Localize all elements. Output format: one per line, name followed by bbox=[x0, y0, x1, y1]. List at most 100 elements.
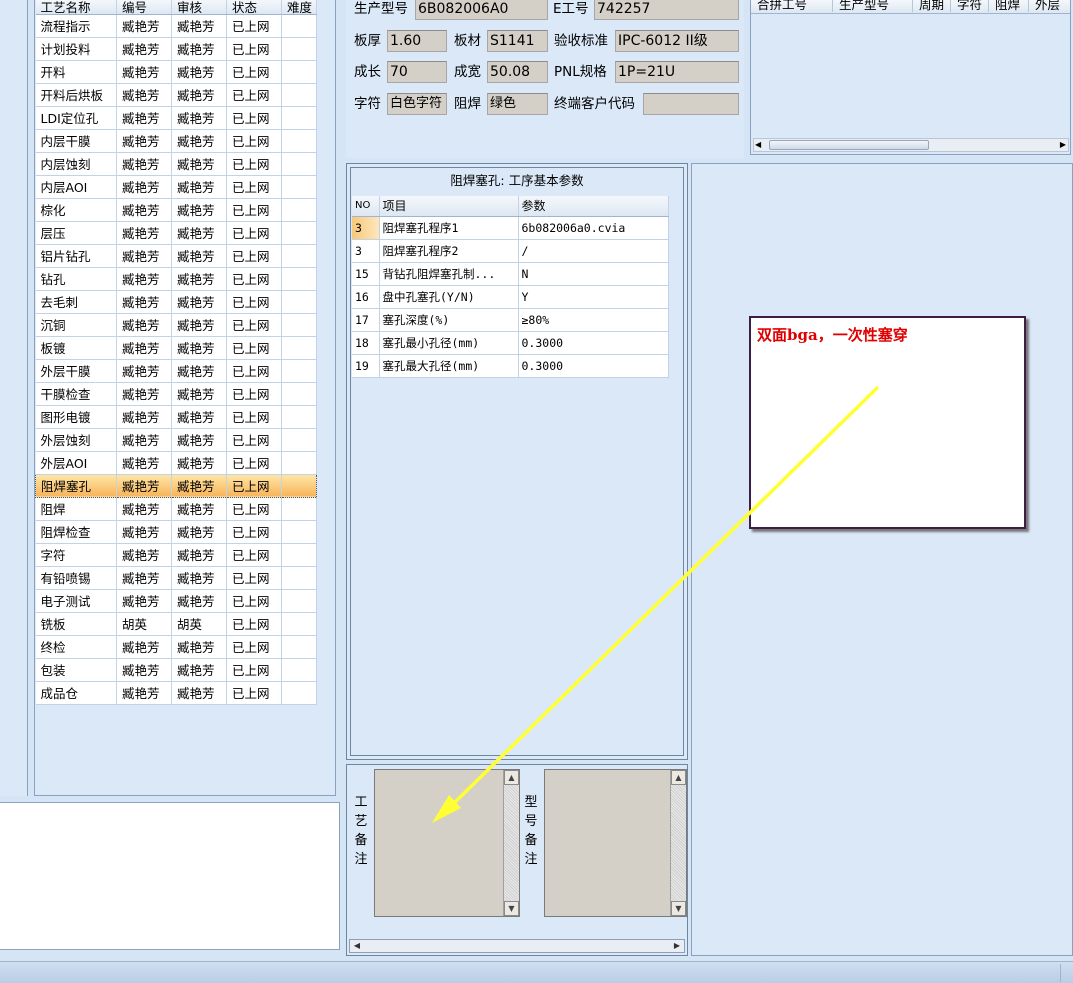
process-cell-status[interactable]: 已上网 bbox=[226, 451, 282, 475]
process-cell-review[interactable]: 臧艳芳 bbox=[171, 60, 227, 84]
process-row[interactable]: 内层AOI 臧艳芳 臧艳芳 已上网 bbox=[35, 175, 317, 199]
process-cell-status[interactable]: 已上网 bbox=[226, 497, 282, 521]
merge-col-model[interactable]: 生产型号 bbox=[833, 0, 913, 12]
process-cell-process-name[interactable]: 流程指示 bbox=[35, 14, 117, 38]
char-field[interactable]: 白色字符 bbox=[387, 93, 447, 115]
process-cell-review[interactable]: 臧艳芳 bbox=[171, 520, 227, 544]
process-cell-code[interactable]: 臧艳芳 bbox=[116, 175, 172, 199]
param-cell-no[interactable]: 3 bbox=[352, 239, 380, 263]
process-cell-difficulty[interactable] bbox=[281, 451, 317, 475]
process-cell-process-name[interactable]: 开料 bbox=[35, 60, 117, 84]
remarks-horizontal-scrollbar[interactable]: ◀ ▶ bbox=[349, 939, 685, 953]
scroll-right-icon[interactable]: ▶ bbox=[1060, 139, 1066, 151]
process-cell-process-name[interactable]: 成品仓 bbox=[35, 681, 117, 705]
process-cell-code[interactable]: 臧艳芳 bbox=[116, 566, 172, 590]
process-cell-process-name[interactable]: 沉铜 bbox=[35, 313, 117, 337]
process-row[interactable]: 包装 臧艳芳 臧艳芳 已上网 bbox=[35, 658, 317, 682]
param-row[interactable]: 19 塞孔最大孔径(mm) 0.3000 bbox=[352, 354, 669, 378]
standard-field[interactable]: IPC-6012 II级 bbox=[615, 30, 739, 52]
merge-scroll-thumb[interactable] bbox=[769, 140, 929, 150]
param-cell-value[interactable]: ≥80% bbox=[518, 308, 669, 332]
process-cell-code[interactable]: 臧艳芳 bbox=[116, 428, 172, 452]
process-cell-code[interactable]: 臧艳芳 bbox=[116, 37, 172, 61]
process-cell-code[interactable]: 臧艳芳 bbox=[116, 267, 172, 291]
scroll-up-icon[interactable]: ▲ bbox=[504, 770, 519, 785]
process-cell-status[interactable]: 已上网 bbox=[226, 14, 282, 38]
process-cell-status[interactable]: 已上网 bbox=[226, 106, 282, 130]
process-cell-process-name[interactable]: 棕化 bbox=[35, 198, 117, 222]
process-row[interactable]: 电子测试 臧艳芳 臧艳芳 已上网 bbox=[35, 589, 317, 613]
process-row[interactable]: 开料 臧艳芳 臧艳芳 已上网 bbox=[35, 60, 317, 84]
process-cell-status[interactable]: 已上网 bbox=[226, 152, 282, 176]
process-row[interactable]: 外层AOI 臧艳芳 臧艳芳 已上网 bbox=[35, 451, 317, 475]
process-cell-difficulty[interactable] bbox=[281, 129, 317, 153]
process-cell-status[interactable]: 已上网 bbox=[226, 566, 282, 590]
process-cell-review[interactable]: 臧艳芳 bbox=[171, 451, 227, 475]
pnl-field[interactable]: 1P=21U bbox=[615, 61, 739, 83]
model-remark-textarea[interactable]: ▲ ▼ bbox=[544, 769, 687, 917]
merge-col-period[interactable]: 周期 bbox=[913, 0, 951, 12]
process-cell-process-name[interactable]: 内层蚀刻 bbox=[35, 152, 117, 176]
param-cell-item[interactable]: 塞孔最小孔径(mm) bbox=[379, 331, 519, 355]
process-cell-status[interactable]: 已上网 bbox=[226, 681, 282, 705]
process-cell-difficulty[interactable] bbox=[281, 543, 317, 567]
e-no-field[interactable]: 742257 bbox=[594, 0, 739, 20]
process-cell-process-name[interactable]: 层压 bbox=[35, 221, 117, 245]
process-cell-process-name[interactable]: 阻焊 bbox=[35, 497, 117, 521]
process-cell-status[interactable]: 已上网 bbox=[226, 612, 282, 636]
process-row[interactable]: 铝片钻孔 臧艳芳 臧艳芳 已上网 bbox=[35, 244, 317, 268]
param-cell-item[interactable]: 盘中孔塞孔(Y/N) bbox=[379, 285, 519, 309]
process-row[interactable]: 阻焊塞孔 臧艳芳 臧艳芳 已上网 bbox=[35, 473, 317, 498]
process-cell-code[interactable]: 臧艳芳 bbox=[116, 681, 172, 705]
process-cell-code[interactable]: 臧艳芳 bbox=[116, 520, 172, 544]
process-cell-process-name[interactable]: 外层干膜 bbox=[35, 359, 117, 383]
model-field[interactable]: 6B082006A0 bbox=[415, 0, 548, 20]
process-cell-review[interactable]: 臧艳芳 bbox=[171, 129, 227, 153]
process-row[interactable]: 内层蚀刻 臧艳芳 臧艳芳 已上网 bbox=[35, 152, 317, 176]
process-cell-difficulty[interactable] bbox=[281, 175, 317, 199]
process-cell-process-name[interactable]: 板镀 bbox=[35, 336, 117, 360]
param-cell-item[interactable]: 阻焊塞孔程序1 bbox=[379, 216, 519, 240]
process-cell-status[interactable]: 已上网 bbox=[226, 83, 282, 107]
process-cell-code[interactable]: 臧艳芳 bbox=[116, 336, 172, 360]
process-cell-review[interactable]: 臧艳芳 bbox=[171, 543, 227, 567]
process-cell-process-name[interactable]: 有铅喷锡 bbox=[35, 566, 117, 590]
process-cell-process-name[interactable]: 开料后烘板 bbox=[35, 83, 117, 107]
param-cell-value[interactable]: N bbox=[518, 262, 669, 286]
process-cell-difficulty[interactable] bbox=[281, 244, 317, 268]
process-cell-review[interactable]: 臧艳芳 bbox=[171, 658, 227, 682]
scroll-right-icon[interactable]: ▶ bbox=[671, 940, 683, 952]
process-cell-code[interactable]: 臧艳芳 bbox=[116, 290, 172, 314]
scroll-down-icon[interactable]: ▼ bbox=[671, 901, 686, 916]
process-remark-scrollbar[interactable]: ▲ ▼ bbox=[503, 770, 519, 916]
process-cell-difficulty[interactable] bbox=[281, 566, 317, 590]
process-cell-review[interactable]: 臧艳芳 bbox=[171, 14, 227, 38]
process-cell-code[interactable]: 臧艳芳 bbox=[116, 129, 172, 153]
param-cell-no[interactable]: 16 bbox=[352, 285, 380, 309]
merge-col-mask[interactable]: 阻焊 bbox=[989, 0, 1029, 12]
process-cell-process-name[interactable]: 钻孔 bbox=[35, 267, 117, 291]
process-cell-difficulty[interactable] bbox=[281, 37, 317, 61]
customer-code-field[interactable] bbox=[643, 93, 739, 115]
param-row[interactable]: 3 阻焊塞孔程序1 6b082006a0.cvia bbox=[352, 216, 669, 240]
process-cell-review[interactable]: 臧艳芳 bbox=[171, 336, 227, 360]
param-row[interactable]: 3 阻焊塞孔程序2/ bbox=[352, 239, 669, 263]
process-cell-difficulty[interactable] bbox=[281, 428, 317, 452]
process-row[interactable]: 去毛刺 臧艳芳 臧艳芳 已上网 bbox=[35, 290, 317, 314]
param-cell-no[interactable]: 17 bbox=[352, 308, 380, 332]
col-header-status[interactable]: 状态 bbox=[226, 0, 282, 15]
param-cell-value[interactable]: / bbox=[518, 239, 669, 263]
process-cell-difficulty[interactable] bbox=[281, 359, 317, 383]
process-row[interactable]: 干膜检查 臧艳芳 臧艳芳 已上网 bbox=[35, 382, 317, 406]
process-cell-review[interactable]: 臧艳芳 bbox=[171, 681, 227, 705]
process-cell-code[interactable]: 臧艳芳 bbox=[116, 152, 172, 176]
process-cell-code[interactable]: 臧艳芳 bbox=[116, 382, 172, 406]
process-cell-code[interactable]: 臧艳芳 bbox=[116, 658, 172, 682]
scroll-left-icon[interactable]: ◀ bbox=[755, 139, 761, 151]
process-cell-process-name[interactable]: LDI定位孔 bbox=[35, 106, 117, 130]
process-cell-process-name[interactable]: 内层干膜 bbox=[35, 129, 117, 153]
param-cell-no[interactable]: 18 bbox=[352, 331, 380, 355]
process-cell-code[interactable]: 臧艳芳 bbox=[116, 83, 172, 107]
thickness-field[interactable]: 1.60 bbox=[387, 30, 447, 52]
process-row[interactable]: 图形电镀 臧艳芳 臧艳芳 已上网 bbox=[35, 405, 317, 429]
